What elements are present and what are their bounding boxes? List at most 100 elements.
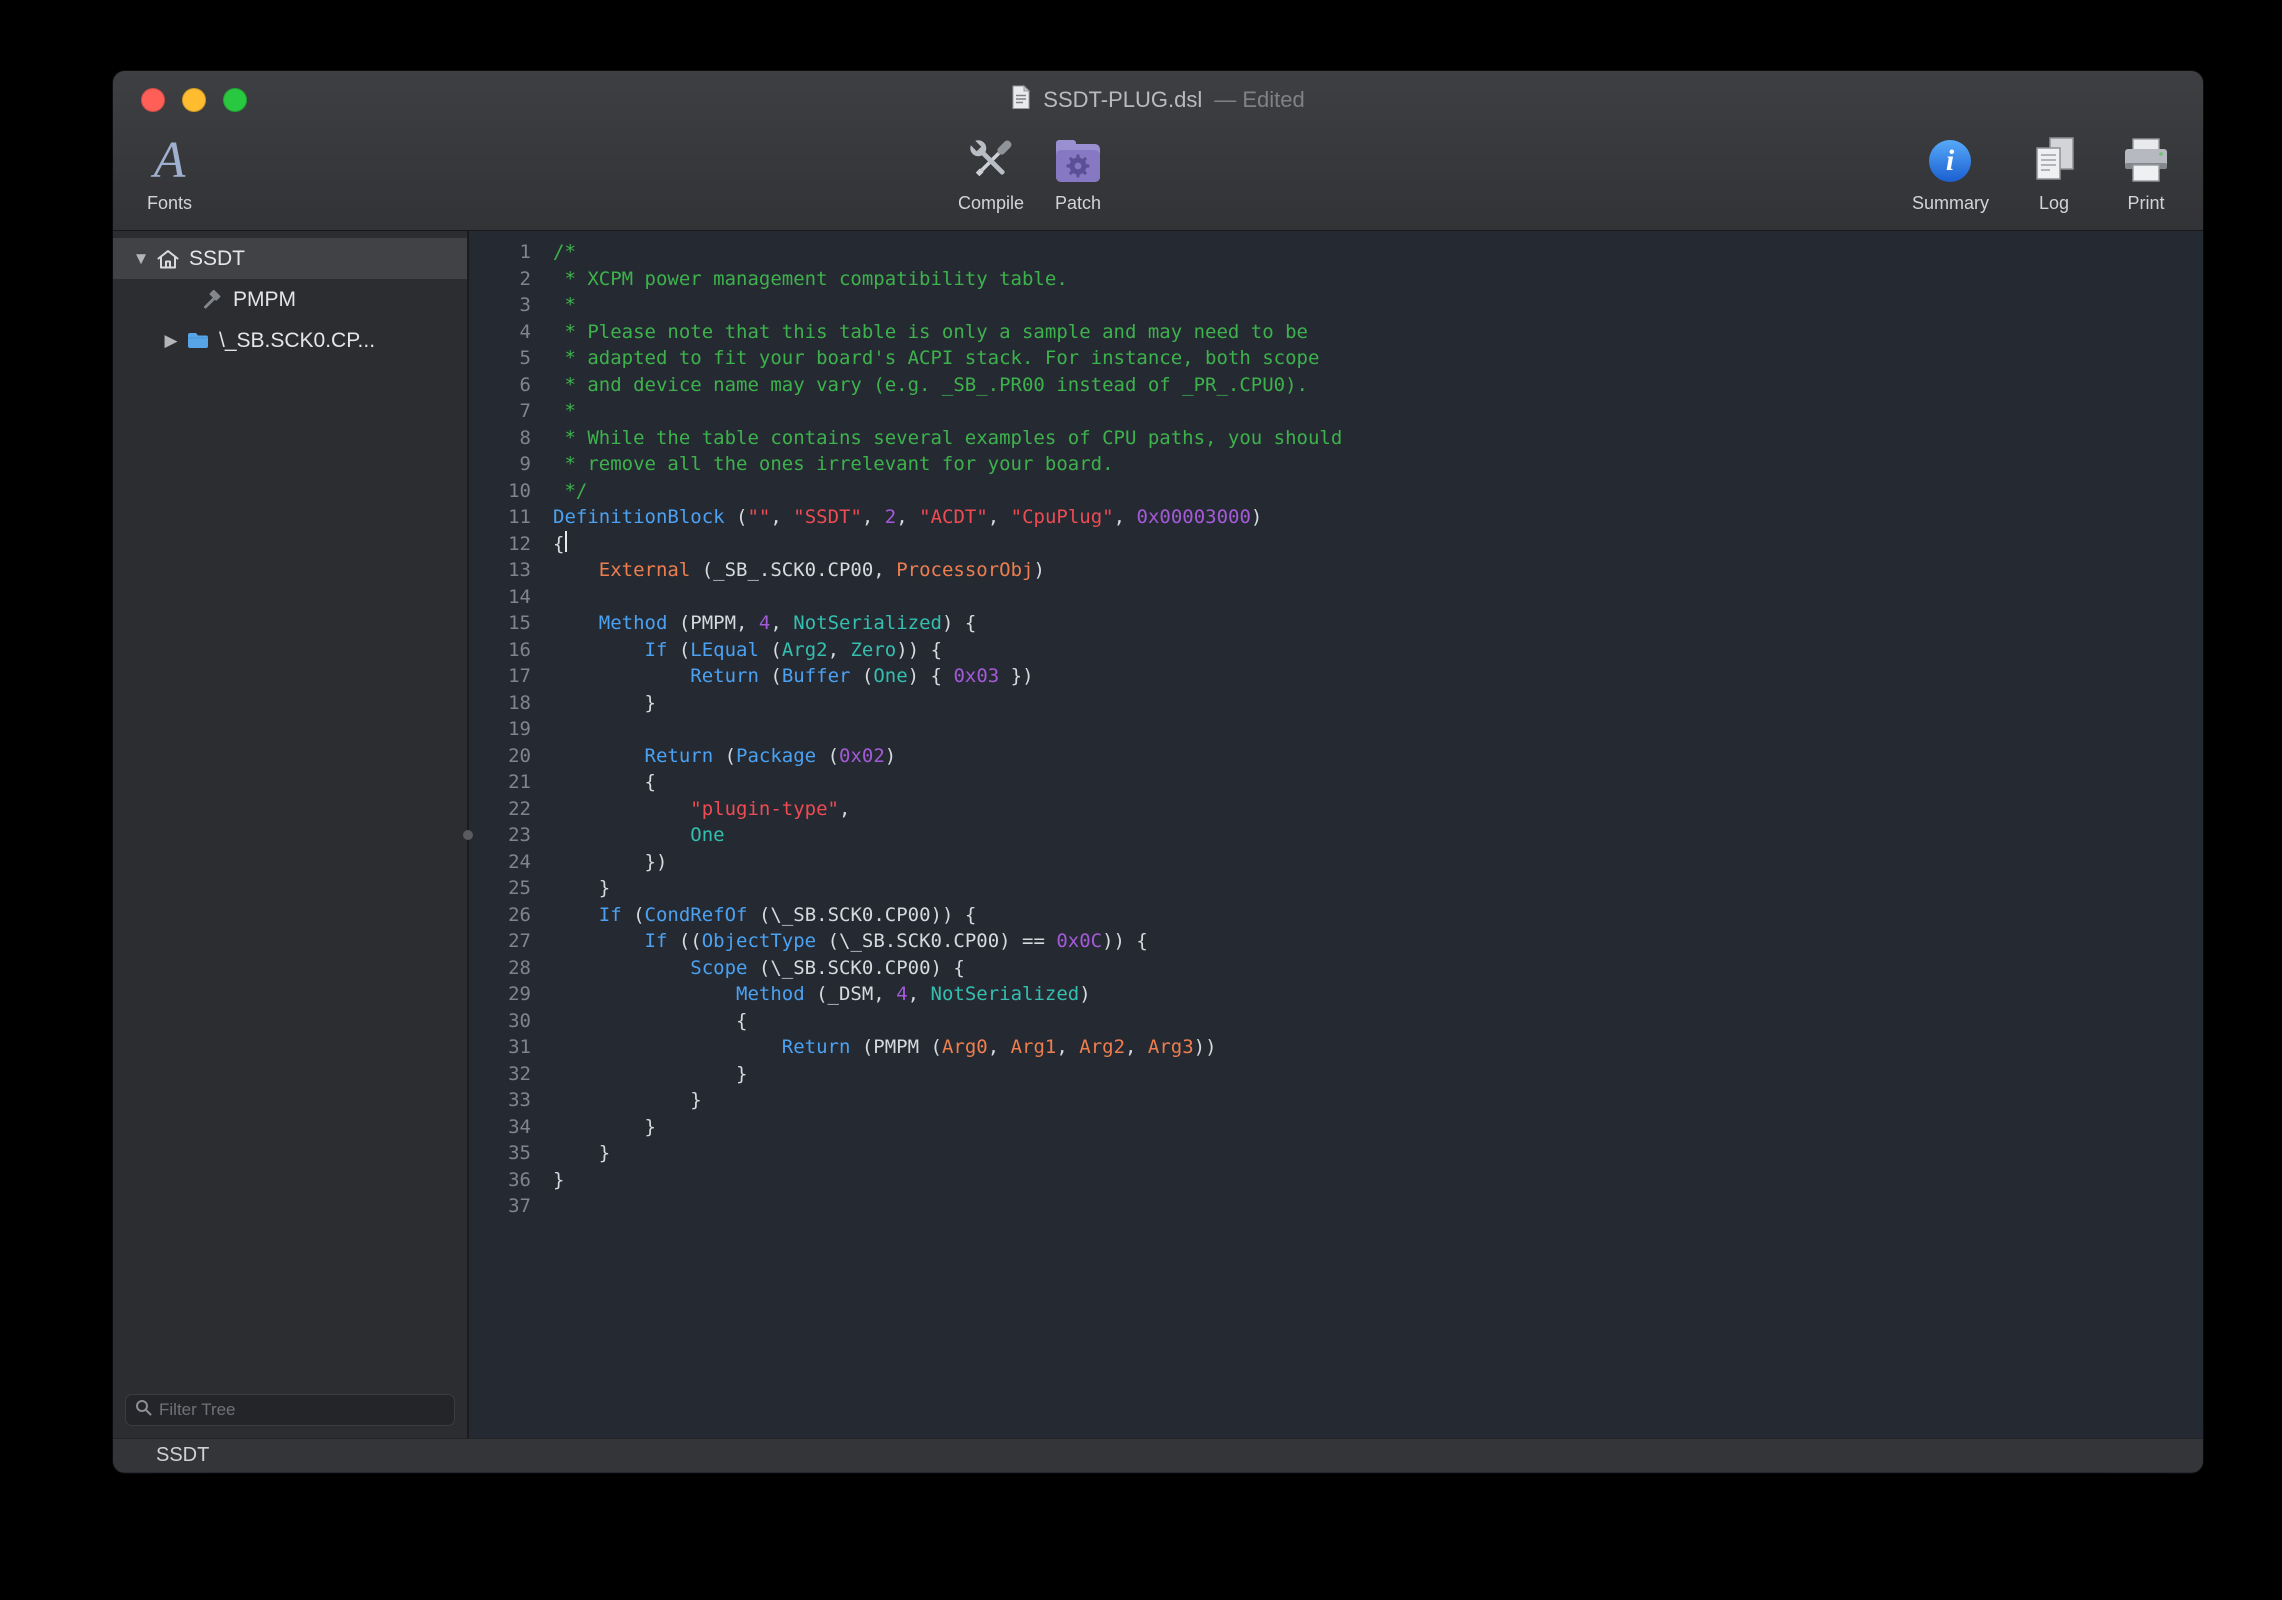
code-line[interactable]: 23 One <box>469 822 2203 849</box>
code-token: One <box>690 822 724 849</box>
code-token: * Please note that this table is only a … <box>553 319 1308 346</box>
code-token <box>553 796 690 823</box>
code-line[interactable]: 10 */ <box>469 478 2203 505</box>
sidebar-item-sb-sck0[interactable]: ▶ \_SB.SCK0.CP... <box>113 320 467 361</box>
code-token: Arg3 <box>1148 1034 1194 1061</box>
code-line[interactable]: 13 External (_SB_.SCK0.CP00, ProcessorOb… <box>469 557 2203 584</box>
filter-tree-input[interactable] <box>159 1400 445 1420</box>
code-editor[interactable]: 1/*2 * XCPM power management compatibili… <box>469 231 2203 1438</box>
code-line[interactable]: 19 <box>469 716 2203 743</box>
code-line[interactable]: 5 * adapted to fit your board's ACPI sta… <box>469 345 2203 372</box>
code-line[interactable]: 24 }) <box>469 849 2203 876</box>
code-token <box>553 981 736 1008</box>
code-line[interactable]: 15 Method (PMPM, 4, NotSerialized) { <box>469 610 2203 637</box>
code-line[interactable]: 12{ <box>469 531 2203 558</box>
status-path: SSDT <box>156 1444 209 1467</box>
line-number: 34 <box>469 1114 553 1141</box>
disclosure-right-icon[interactable]: ▶ <box>159 331 183 351</box>
code-token: * XCPM power management compatibility ta… <box>553 266 1068 293</box>
code-token: LEqual <box>690 637 759 664</box>
code-line[interactable]: 26 If (CondRefOf (\_SB.SCK0.CP00)) { <box>469 902 2203 929</box>
code-token: )) { <box>896 637 942 664</box>
code-line[interactable]: 31 Return (PMPM (Arg0, Arg1, Arg2, Arg3)… <box>469 1034 2203 1061</box>
method-icon <box>197 290 227 310</box>
code-line[interactable]: 28 Scope (\_SB.SCK0.CP00) { <box>469 955 2203 982</box>
code-line[interactable]: 9 * remove all the ones irrelevant for y… <box>469 451 2203 478</box>
code-line[interactable]: 32 } <box>469 1061 2203 1088</box>
code-token: Arg2 <box>1079 1034 1125 1061</box>
compile-button[interactable]: Compile <box>958 129 1024 214</box>
code-line[interactable]: 34 } <box>469 1114 2203 1141</box>
code-token: "CpuPlug" <box>1011 504 1114 531</box>
code-token: (_SB_.SCK0.CP00, <box>690 557 896 584</box>
fonts-icon: A <box>154 135 186 187</box>
code-line[interactable]: 35 } <box>469 1140 2203 1167</box>
code-line[interactable]: 11DefinitionBlock ("", "SSDT", 2, "ACDT"… <box>469 504 2203 531</box>
code-token: NotSerialized <box>793 610 942 637</box>
sidebar-splitter[interactable] <box>467 231 469 1438</box>
line-number: 5 <box>469 345 553 372</box>
code-token <box>553 663 690 690</box>
patch-button[interactable]: Patch <box>1050 129 1106 214</box>
code-token: Method <box>736 981 805 1008</box>
code-token: If <box>645 928 668 955</box>
close-button[interactable] <box>141 88 165 112</box>
code-token: ( <box>667 637 690 664</box>
line-number: 20 <box>469 743 553 770</box>
filter-tree-field[interactable] <box>125 1394 455 1426</box>
line-number: 9 <box>469 451 553 478</box>
fonts-button[interactable]: A Fonts <box>147 129 192 214</box>
code-line[interactable]: 36} <box>469 1167 2203 1194</box>
line-number: 1 <box>469 239 553 266</box>
sidebar-item-label: SSDT <box>189 247 245 271</box>
line-number: 14 <box>469 584 553 611</box>
code-token: 0x03 <box>953 663 999 690</box>
code-line[interactable]: 1/* <box>469 239 2203 266</box>
code-token: * <box>553 398 576 425</box>
code-line[interactable]: 2 * XCPM power management compatibility … <box>469 266 2203 293</box>
code-line[interactable]: 30 { <box>469 1008 2203 1035</box>
line-number: 7 <box>469 398 553 425</box>
code-token: } <box>553 690 656 717</box>
svg-text:i: i <box>1946 144 1955 177</box>
log-button[interactable]: Log <box>2027 129 2081 214</box>
line-number: 35 <box>469 1140 553 1167</box>
code-line[interactable]: 6 * and device name may vary (e.g. _SB_.… <box>469 372 2203 399</box>
code-line[interactable]: 29 Method (_DSM, 4, NotSerialized) <box>469 981 2203 1008</box>
code-line[interactable]: 21 { <box>469 769 2203 796</box>
sidebar-item-pmpm[interactable]: PMPM <box>113 279 467 320</box>
search-icon <box>135 1399 152 1421</box>
code-line[interactable]: 8 * While the table contains several exa… <box>469 425 2203 452</box>
code-token: Buffer <box>782 663 851 690</box>
code-line[interactable]: 17 Return (Buffer (One) { 0x03 }) <box>469 663 2203 690</box>
code-line[interactable]: 33 } <box>469 1087 2203 1114</box>
code-line[interactable]: 27 If ((ObjectType (\_SB.SCK0.CP00) == 0… <box>469 928 2203 955</box>
code-line[interactable]: 37 <box>469 1193 2203 1220</box>
code-line[interactable]: 7 * <box>469 398 2203 425</box>
code-token: , <box>770 610 793 637</box>
disclosure-down-icon[interactable]: ▼ <box>129 249 153 269</box>
print-label: Print <box>2127 193 2164 214</box>
zoom-button[interactable] <box>223 88 247 112</box>
minimize-button[interactable] <box>182 88 206 112</box>
code-lines: 1/*2 * XCPM power management compatibili… <box>469 239 2203 1220</box>
sidebar-item-ssdt[interactable]: ▼ SSDT <box>113 238 467 279</box>
titlebar[interactable]: SSDT-PLUG.dsl — Edited <box>113 71 2203 129</box>
code-line[interactable]: 4 * Please note that this table is only … <box>469 319 2203 346</box>
code-line[interactable]: 20 Return (Package (0x02) <box>469 743 2203 770</box>
code-line[interactable]: 22 "plugin-type", <box>469 796 2203 823</box>
code-token: 4 <box>759 610 770 637</box>
code-token: } <box>553 875 610 902</box>
print-button[interactable]: Print <box>2119 129 2173 214</box>
code-line[interactable]: 3 * <box>469 292 2203 319</box>
code-line[interactable]: 18 } <box>469 690 2203 717</box>
summary-button[interactable]: i Summary <box>1912 129 1989 214</box>
code-token: Arg2 <box>782 637 828 664</box>
code-token: ProcessorObj <box>896 557 1033 584</box>
code-token: Return <box>645 743 714 770</box>
code-line[interactable]: 14 <box>469 584 2203 611</box>
code-token: /* <box>553 239 576 266</box>
code-line[interactable]: 16 If (LEqual (Arg2, Zero)) { <box>469 637 2203 664</box>
code-line[interactable]: 25 } <box>469 875 2203 902</box>
document-icon <box>1011 85 1031 116</box>
